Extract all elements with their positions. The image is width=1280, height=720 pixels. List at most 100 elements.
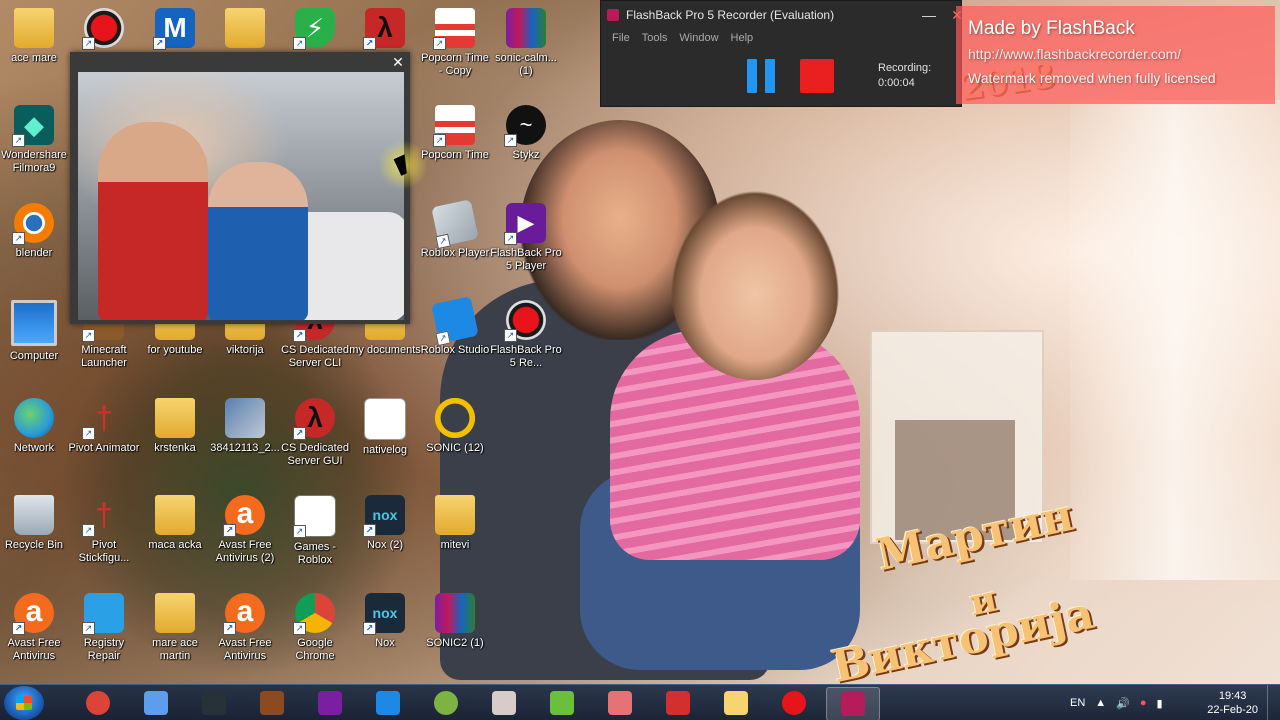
nox-icon: nox ↗ <box>363 593 405 635</box>
taskbar-item-flashback-active[interactable] <box>826 687 880 720</box>
chrome-icon: ↗ <box>293 593 335 635</box>
desktop-icon[interactable]: mare ace martin <box>139 593 211 663</box>
fnaf-icon <box>260 691 284 715</box>
desktop-icon-label: Nox <box>375 637 395 649</box>
desktop-icon[interactable]: M ↗ <box>139 8 211 52</box>
desktop-icon[interactable]: ⚡ ↗ <box>279 8 351 52</box>
desktop-icon-label: Popcorn Time <box>421 149 489 161</box>
taskbar-item-explorer[interactable] <box>710 687 762 719</box>
recycle-bin-icon <box>14 495 54 535</box>
desktop-icon[interactable]: † ↗ Pivot Stickfigu... <box>68 495 140 565</box>
menu-window[interactable]: Window <box>679 32 718 44</box>
taskbar-item-counter-strike[interactable] <box>188 687 240 719</box>
desktop-icon[interactable]: ↗ Games - Roblox <box>279 495 351 567</box>
desktop-icon[interactable]: ↗ Roblox Player <box>419 199 491 260</box>
flashback-recorder-window[interactable]: FlashBack Pro 5 Recorder (Evaluation) — … <box>600 0 963 107</box>
desktop-icon[interactable]: λ ↗ <box>349 8 421 52</box>
desktop-icon[interactable]: ~ ↗ Stykz <box>490 105 562 162</box>
folder-icon <box>155 593 195 633</box>
desktop-icon-label: nativelog <box>362 444 408 456</box>
desktop-icon[interactable]: ↗ Popcorn Time <box>419 105 491 162</box>
desktop-icon[interactable]: ↗ Google Chrome <box>279 593 351 663</box>
pause-recording-button[interactable] <box>747 59 777 93</box>
taskbar-item-pivot[interactable] <box>652 687 704 719</box>
taskbar-item-fnaf[interactable] <box>246 687 298 719</box>
desktop-icon[interactable]: mitevi <box>419 495 491 552</box>
desktop-icon[interactable]: Network <box>0 398 70 455</box>
stykz-icon: ~ ↗ <box>504 105 546 147</box>
desktop-icon[interactable]: SONIC (12) <box>419 398 491 455</box>
desktop-icon[interactable]: ace mare <box>0 8 70 65</box>
desktop-icon[interactable]: 38412113_2... <box>209 398 281 455</box>
desktop-icon-label: Registry Repair <box>83 637 125 662</box>
webcam-overlay-window[interactable]: ✕ <box>70 52 410 324</box>
desktop-icon[interactable]: sonic-calm... (1) <box>490 8 562 78</box>
desktop-icon-label: blender <box>15 247 53 259</box>
desktop-icon[interactable]: ↗ Popcorn Time - Copy <box>419 8 491 78</box>
shortcut-arrow-icon: ↗ <box>12 622 25 635</box>
stop-recording-button[interactable] <box>800 59 834 93</box>
desktop-icon[interactable]: nox ↗ Nox (2) <box>349 495 421 552</box>
desktop-icon[interactable]: maca acka <box>139 495 211 552</box>
desktop-icon[interactable]: ▶ ↗ FlashBack Pro 5 Player <box>490 203 562 273</box>
spore-icon <box>434 691 458 715</box>
paint-icon <box>144 691 168 715</box>
clock-time: 19:43 <box>1218 690 1247 702</box>
shortcut-arrow-icon: ↗ <box>153 37 166 50</box>
roblox-icon: ↗ <box>431 199 479 250</box>
taskbar-item-winrar[interactable] <box>304 687 356 719</box>
recorder-titlebar[interactable]: FlashBack Pro 5 Recorder (Evaluation) <box>601 1 961 29</box>
desktop-icon[interactable] <box>209 8 281 52</box>
desktop-icon[interactable]: nativelog <box>349 398 421 457</box>
desktop-icon[interactable]: ↗ Registry Repair <box>68 593 140 663</box>
desktop-icon[interactable]: ◆ ↗ Wondershare Filmora9 <box>0 105 70 175</box>
desktop[interactable]: 2018 Мартин и Викторија ace mare↗M↗⚡↗λ↗↗… <box>0 0 1280 720</box>
desktop-icon[interactable]: ↗ blender <box>0 203 70 260</box>
desktop-icon[interactable]: λ ↗ CS Dedicated Server GUI <box>279 398 351 468</box>
desktop-icon[interactable]: a ↗ Avast Free Antivirus <box>0 593 70 663</box>
webcam-close-button[interactable]: ✕ <box>390 54 406 70</box>
taskbar-item-minecraft[interactable] <box>536 687 588 719</box>
wallpaper-girl-head <box>670 190 840 380</box>
desktop-icon-label: CS Dedicated Server CLI <box>281 344 349 369</box>
desktop-icon[interactable]: SONIC2 (1) <box>419 593 491 650</box>
desktop-icon[interactable]: Recycle Bin <box>0 495 70 552</box>
shortcut-arrow-icon: ↗ <box>82 37 95 50</box>
desktop-icon[interactable]: ↗ <box>68 8 140 52</box>
recording-status-label: Recording: <box>878 62 932 74</box>
taskbar-item-roblox-studio[interactable] <box>362 687 414 719</box>
desktop-icon[interactable]: † ↗ Pivot Animator <box>68 398 140 455</box>
recorder-minimize-button[interactable]: — <box>919 5 939 25</box>
shortcut-arrow-icon: ↗ <box>12 134 25 147</box>
flashback-tray-icon[interactable]: ● <box>1140 697 1147 709</box>
volume-icon[interactable]: 🔊 <box>1116 697 1130 710</box>
network-signal-icon[interactable]: ▮ <box>1157 697 1163 710</box>
desktop-icon[interactable]: krstenka <box>139 398 211 455</box>
clown-icon <box>608 691 632 715</box>
taskbar-item-spore[interactable] <box>420 687 472 719</box>
menu-help[interactable]: Help <box>731 32 754 44</box>
taskbar-item-flashback-recorder[interactable] <box>768 687 820 719</box>
language-indicator[interactable]: EN <box>1070 697 1085 709</box>
taskbar-item-clown[interactable] <box>594 687 646 719</box>
shortcut-arrow-icon: ↗ <box>82 524 95 537</box>
taskbar-item-chrome[interactable] <box>72 687 124 719</box>
start-button[interactable] <box>4 686 44 720</box>
taskbar-item-paint[interactable] <box>130 687 182 719</box>
desktop-icon[interactable]: a ↗ Avast Free Antivirus (2) <box>209 495 281 565</box>
desktop-icon[interactable]: ↗ FlashBack Pro 5 Re... <box>490 300 562 370</box>
popcorn-icon: ↗ <box>433 8 475 50</box>
desktop-icon[interactable]: nox ↗ Nox <box>349 593 421 650</box>
taskbar-clock[interactable]: 19:43 22-Feb-20 <box>1207 689 1258 717</box>
desktop-icon-label: ace mare <box>11 52 57 64</box>
desktop-icon[interactable]: ↗ Roblox Studio <box>419 296 491 357</box>
taskbar-item-masks[interactable] <box>478 687 530 719</box>
desktop-icon-label: 38412113_2... <box>210 442 280 454</box>
menu-file[interactable]: File <box>612 32 630 44</box>
menu-tools[interactable]: Tools <box>642 32 668 44</box>
desktop-icon[interactable]: Computer <box>0 300 70 363</box>
desktop-icon[interactable]: a ↗ Avast Free Antivirus <box>209 593 281 663</box>
webcam-person-girl <box>208 162 308 320</box>
tray-expand-icon[interactable]: ▲ <box>1095 697 1106 709</box>
show-desktop-button[interactable] <box>1267 685 1280 720</box>
